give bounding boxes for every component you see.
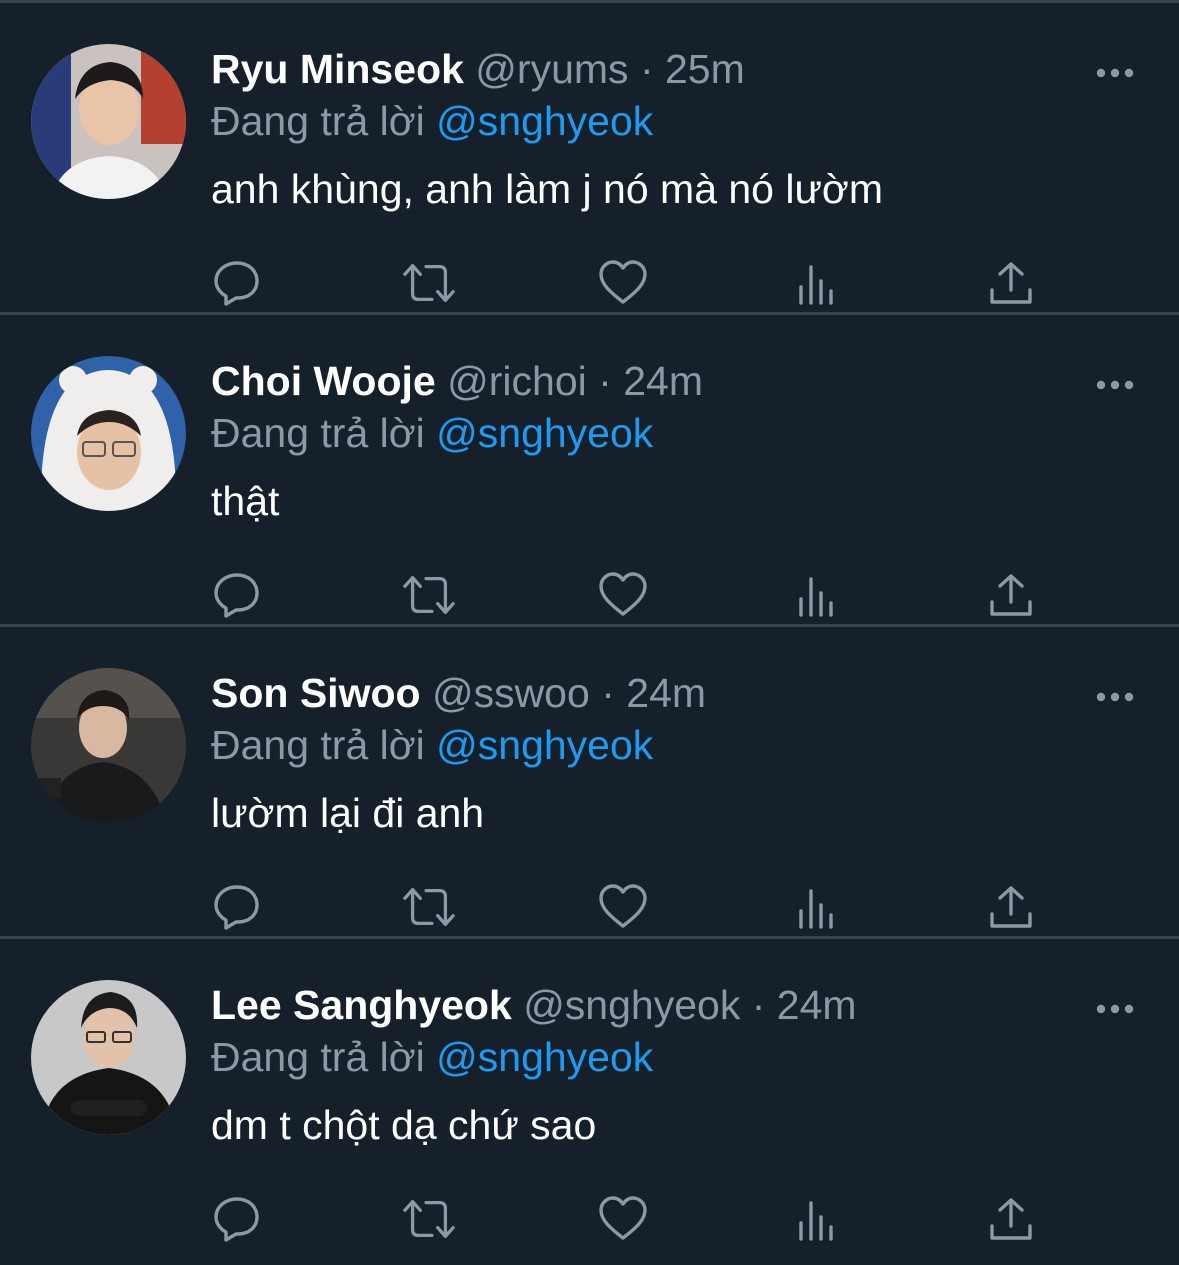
avatar[interactable] xyxy=(31,356,186,511)
display-name[interactable]: Lee Sanghyeok xyxy=(211,982,512,1028)
share-icon[interactable] xyxy=(983,879,1039,935)
timestamp[interactable]: 24m xyxy=(626,670,706,716)
tweet-header: Son Siwoo @sswoo · 24m xyxy=(211,667,1179,719)
replying-to: Đang trả lời @snghyeok xyxy=(211,719,1179,771)
action-bar xyxy=(211,1191,1051,1247)
retweet-icon[interactable] xyxy=(401,1191,457,1247)
display-name[interactable]: Choi Wooje xyxy=(211,358,436,404)
views-icon[interactable] xyxy=(789,567,845,623)
replying-to: Đang trả lời @snghyeok xyxy=(211,1031,1179,1083)
share-icon[interactable] xyxy=(983,1191,1039,1247)
reply-feed: Ryu Minseok @ryums · 25m Đang trả lời @s… xyxy=(0,3,1179,1248)
replying-to: Đang trả lời @snghyeok xyxy=(211,95,1179,147)
separator-dot: · xyxy=(751,982,766,1028)
mention-link[interactable]: @snghyeok xyxy=(436,1034,653,1080)
tweet-header: Ryu Minseok @ryums · 25m xyxy=(211,43,1179,95)
like-icon[interactable] xyxy=(595,255,651,311)
views-icon[interactable] xyxy=(789,879,845,935)
separator-dot: · xyxy=(639,46,654,92)
separator-dot: · xyxy=(601,670,615,716)
share-icon[interactable] xyxy=(983,567,1039,623)
tweet[interactable]: Ryu Minseok @ryums · 25m Đang trả lời @s… xyxy=(0,3,1179,315)
user-handle[interactable]: @ryums xyxy=(475,46,628,92)
more-horizontal-icon[interactable] xyxy=(1095,677,1135,717)
timestamp[interactable]: 24m xyxy=(623,358,703,404)
action-bar xyxy=(211,879,1051,935)
retweet-icon[interactable] xyxy=(401,255,457,311)
reply-prefix: Đang trả lời xyxy=(211,98,425,144)
user-handle[interactable]: @sswoo xyxy=(432,670,590,716)
reply-icon[interactable] xyxy=(209,879,265,935)
reply-icon[interactable] xyxy=(209,567,265,623)
tweet[interactable]: Son Siwoo @sswoo · 24m Đang trả lời @sng… xyxy=(0,627,1179,939)
tweet-header: Lee Sanghyeok @snghyeok · 24m xyxy=(211,979,1179,1031)
display-name[interactable]: Son Siwoo xyxy=(211,670,421,716)
reply-icon[interactable] xyxy=(209,1191,265,1247)
like-icon[interactable] xyxy=(595,1191,651,1247)
reply-icon[interactable] xyxy=(209,255,265,311)
tweet[interactable]: Lee Sanghyeok @snghyeok · 24m Đang trả l… xyxy=(0,939,1179,1248)
timestamp[interactable]: 24m xyxy=(777,982,857,1028)
separator-dot: · xyxy=(598,358,612,404)
avatar[interactable] xyxy=(31,44,186,199)
like-icon[interactable] xyxy=(595,879,651,935)
tweet-text: thật xyxy=(211,478,280,524)
retweet-icon[interactable] xyxy=(401,567,457,623)
more-horizontal-icon[interactable] xyxy=(1095,989,1135,1029)
display-name[interactable]: Ryu Minseok xyxy=(211,46,464,92)
tweet-header: Choi Wooje @richoi · 24m xyxy=(211,355,1179,407)
tweet[interactable]: Choi Wooje @richoi · 24m Đang trả lời @s… xyxy=(0,315,1179,627)
mention-link[interactable]: @snghyeok xyxy=(436,722,653,768)
user-handle[interactable]: @snghyeok xyxy=(523,982,740,1028)
reply-prefix: Đang trả lời xyxy=(211,410,425,456)
share-icon[interactable] xyxy=(983,255,1039,311)
views-icon[interactable] xyxy=(789,1191,845,1247)
user-handle[interactable]: @richoi xyxy=(447,358,587,404)
more-horizontal-icon[interactable] xyxy=(1095,53,1135,93)
reply-prefix: Đang trả lời xyxy=(211,1034,425,1080)
tweet-text: dm t chột dạ chứ sao xyxy=(211,1102,597,1148)
mention-link[interactable]: @snghyeok xyxy=(436,98,653,144)
action-bar xyxy=(211,255,1051,311)
reply-prefix: Đang trả lời xyxy=(211,722,425,768)
replying-to: Đang trả lời @snghyeok xyxy=(211,407,1179,459)
avatar[interactable] xyxy=(31,668,186,823)
avatar[interactable] xyxy=(31,980,186,1135)
more-horizontal-icon[interactable] xyxy=(1095,365,1135,405)
tweet-text: anh khùng, anh làm j nó mà nó lườm xyxy=(211,166,883,212)
timestamp[interactable]: 25m xyxy=(665,46,745,92)
views-icon[interactable] xyxy=(789,255,845,311)
retweet-icon[interactable] xyxy=(401,879,457,935)
action-bar xyxy=(211,567,1051,623)
like-icon[interactable] xyxy=(595,567,651,623)
tweet-text: lườm lại đi anh xyxy=(211,790,485,836)
mention-link[interactable]: @snghyeok xyxy=(436,410,653,456)
